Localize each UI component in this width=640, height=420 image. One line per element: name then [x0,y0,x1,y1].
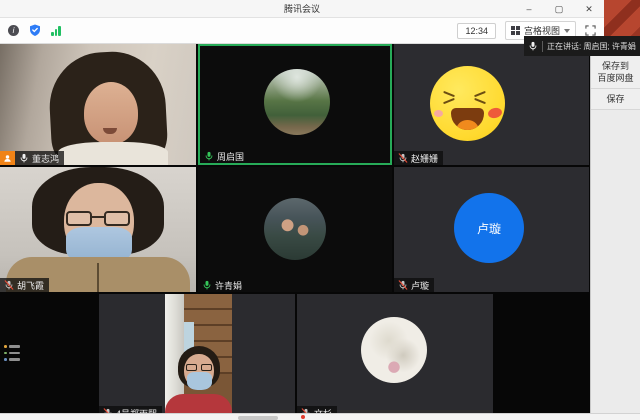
baidu-netdisk-label: 百度网盘 [593,72,638,84]
mic-icon [528,41,538,51]
background-window-edge [0,413,640,420]
mic-muted-icon [398,280,408,290]
active-speaker-bar: 正在讲话: 周启国; 许青娟 [524,36,640,56]
mic-muted-icon [4,280,14,290]
photo-avatar [264,69,330,135]
participant-label: 卢璇 [394,278,434,292]
participant-name: 卢璇 [411,279,429,292]
sketch-avatar [361,317,427,383]
network-signal-icon[interactable] [51,25,61,36]
participant-tile-hufeixia[interactable]: 胡飞霞 [0,167,196,292]
maximize-button[interactable]: ▢ [552,0,566,18]
participant-name: 胡飞霞 [17,279,44,292]
participant-name: 许青娟 [215,279,242,292]
participant-tile-zhouqiguo[interactable]: 周启国 [198,44,392,165]
webcam-video [0,44,196,165]
emoji-avatar [430,66,505,141]
speaking-now-text: 正在讲话: 周启国; 许青娟 [547,41,636,52]
participant-name: 赵姗姗 [411,152,438,165]
participant-label: 许青娟 [198,278,247,292]
save-to-label: 保存到 [593,60,638,72]
scrollbar-pill [238,416,278,420]
text-avatar: 卢璇 [454,193,524,263]
save-button[interactable]: 保存 [591,89,640,110]
participant-tile-luxuan[interactable]: 卢璇 卢璇 [394,167,589,292]
divider [542,41,543,52]
meeting-timer: 12:34 [457,23,496,39]
participant-tile-zhaoshanshan[interactable]: 赵姗姗 [394,44,589,165]
participant-tile-xuqingjuan[interactable]: 许青娟 [198,167,392,292]
fullscreen-icon[interactable] [585,25,596,36]
participant-label: 董志鸿 [15,151,64,165]
save-to-baidu-netdisk-button[interactable]: 保存到 百度网盘 [591,56,640,89]
participant-tile-wenshan[interactable]: 文杉 [297,294,493,420]
video-grid: 董志鸿 周启国 赵姗姗 [0,44,590,420]
participant-tile-zhengyuxi[interactable]: 4号郑雨熙 [99,294,295,420]
webcam-video [0,167,196,292]
save-options-panel: 保存到 百度网盘 保存 [590,56,640,420]
close-button[interactable]: ✕ [582,0,596,18]
desktop-screen: 腾讯会议 – ▢ ✕ i 12:34 宫格视图 [0,0,640,420]
participant-name: 董志鸿 [32,152,59,165]
participant-label: 周启国 [200,149,249,163]
participant-label: 赵姗姗 [394,151,443,165]
host-badge-icon [0,151,15,165]
mic-speaking-icon [204,151,214,161]
minimize-button[interactable]: – [522,0,536,18]
meeting-toolbar: i 12:34 宫格视图 [0,18,604,44]
participant-label: 胡飞霞 [0,278,49,292]
participant-name: 周启国 [217,150,244,163]
participant-tile-dongzhihong[interactable]: 董志鸿 [0,44,196,165]
chevron-down-icon [564,29,570,33]
mic-on-icon [19,153,29,163]
mic-speaking-icon [202,280,212,290]
security-shield-icon[interactable] [29,24,41,37]
window-controls: – ▢ ✕ [522,0,596,18]
window-titlebar: 腾讯会议 – ▢ ✕ [0,0,604,18]
photo-avatar [264,198,326,260]
meeting-info-icon[interactable]: i [8,25,19,36]
mic-muted-icon [398,153,408,163]
red-dot-indicator [301,415,305,419]
avatar-initials: 卢璇 [477,220,501,237]
window-title: 腾讯会议 [284,2,320,15]
grid-view-icon [511,26,520,35]
floating-list-widget[interactable] [4,345,22,369]
webcam-video-portrait [165,294,232,420]
